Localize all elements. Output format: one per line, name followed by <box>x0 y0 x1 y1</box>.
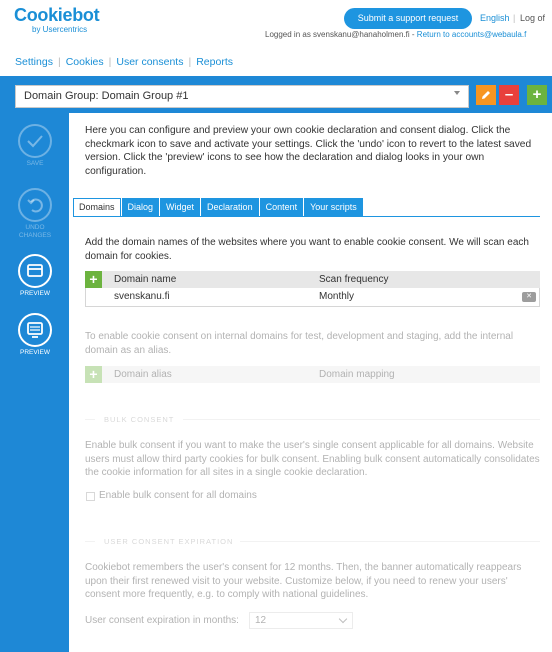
preview-circle <box>18 313 52 347</box>
save-button[interactable]: SAVE <box>15 124 55 168</box>
delete-domain-icon[interactable]: ✕ <box>522 292 536 302</box>
col-scan-frequency: Scan frequency <box>319 274 389 285</box>
section-divider <box>85 541 95 542</box>
remove-group-button[interactable]: – <box>499 85 519 105</box>
nav-cookies[interactable]: Cookies <box>66 56 104 68</box>
nav-divider: | <box>57 56 61 68</box>
undo-label-line1: UNDO <box>25 224 45 231</box>
settings-tabs: Domains Dialog Widget Declaration Conten… <box>73 198 364 217</box>
expiration-description: Cookiebot remembers the user's consent f… <box>85 562 522 600</box>
logged-in-text: Logged in as svenskanu@hanaholmen.fi - <box>265 30 415 39</box>
undo-icon <box>27 198 43 213</box>
add-domain-button[interactable]: + <box>85 271 102 288</box>
tab-your-scripts[interactable]: Your scripts <box>304 198 363 217</box>
expiration-label: User consent expiration in months: <box>85 615 239 626</box>
header-separator: | <box>513 13 516 23</box>
checkmark-icon <box>27 135 43 148</box>
domains-table: + Domain name Scan frequency svenskanu.f… <box>85 271 540 307</box>
declaration-preview-icon <box>27 322 43 338</box>
logo-subtext: by Usercentrics <box>32 25 88 34</box>
expiration-months-select[interactable]: 12 <box>249 612 353 629</box>
expiration-value: 12 <box>255 615 267 626</box>
alias-table: + Domain alias Domain mapping <box>85 366 540 383</box>
scan-frequency-cell[interactable]: Monthly <box>319 288 354 306</box>
pencil-icon <box>482 91 490 99</box>
save-label: SAVE <box>26 160 44 167</box>
domain-name-cell[interactable]: svenskanu.fi <box>114 288 170 306</box>
tab-widget[interactable]: Widget <box>160 198 201 217</box>
expiration-heading: USER CONSENT EXPIRATION <box>104 537 234 546</box>
language-link[interactable]: English <box>480 13 510 23</box>
section-divider <box>240 541 540 542</box>
add-alias-button[interactable]: + <box>85 366 102 383</box>
nav-divider: | <box>188 56 192 68</box>
undo-circle <box>18 188 52 222</box>
table-row: svenskanu.fi Monthly ✕ <box>85 288 540 307</box>
preview-label: PREVIEW <box>20 290 50 297</box>
domains-description: Add the domain names of the websites whe… <box>85 237 529 262</box>
cookiebot-logo[interactable]: Cookiebot by Usercentrics <box>14 5 124 34</box>
tab-underline <box>73 216 540 217</box>
caret-down-icon <box>454 91 460 95</box>
section-divider <box>85 419 95 420</box>
nav-user-consents[interactable]: User consents <box>116 56 183 68</box>
section-divider <box>183 419 540 420</box>
app-root: Cookiebot by Usercentrics Submit a suppo… <box>0 0 552 652</box>
nav-reports[interactable]: Reports <box>196 56 233 68</box>
preview-dialog-button[interactable]: PREVIEW <box>15 254 55 298</box>
tab-domains[interactable]: Domains <box>73 198 121 217</box>
alias-description: To enable cookie consent on internal dom… <box>85 331 514 356</box>
col-domain-alias: Domain alias <box>114 369 172 380</box>
tab-content[interactable]: Content <box>259 198 304 217</box>
col-domain-name: Domain name <box>114 274 177 285</box>
preview-circle <box>18 254 52 288</box>
bulk-description: Enable bulk consent if you want to make … <box>85 440 540 478</box>
main-nav: Settings | Cookies | User consents | Rep… <box>15 54 233 70</box>
col-domain-mapping: Domain mapping <box>319 369 395 380</box>
bulk-consent-heading: BULK CONSENT <box>104 415 175 424</box>
dialog-preview-icon <box>27 264 43 277</box>
bulk-consent-checkbox[interactable] <box>86 492 95 501</box>
return-to-accounts-link[interactable]: Return to accounts@webaula.f <box>417 30 527 39</box>
preview-label: PREVIEW <box>20 349 50 356</box>
tab-dialog[interactable]: Dialog <box>121 198 160 217</box>
add-group-button[interactable]: + <box>527 85 547 105</box>
nav-settings[interactable]: Settings <box>15 56 53 68</box>
save-circle <box>18 124 52 158</box>
bulk-consent-checkbox-label[interactable]: Enable bulk consent for all domains <box>99 490 257 501</box>
intro-text: Here you can configure and preview your … <box>85 125 532 177</box>
preview-declaration-button[interactable]: PREVIEW <box>15 313 55 357</box>
support-request-button[interactable]: Submit a support request <box>344 8 472 29</box>
edit-group-button[interactable] <box>476 85 496 105</box>
tab-declaration[interactable]: Declaration <box>201 198 259 217</box>
nav-divider: | <box>108 56 112 68</box>
domain-group-select[interactable]: Domain Group: Domain Group #1 <box>15 85 469 108</box>
logout-link[interactable]: Log of <box>520 13 545 23</box>
login-info: Logged in as svenskanu@hanaholmen.fi - R… <box>265 30 526 39</box>
undo-changes-button[interactable]: UNDO CHANGES <box>15 188 55 240</box>
undo-label-line2: CHANGES <box>18 232 52 239</box>
logo-text: Cookiebot <box>14 5 100 25</box>
